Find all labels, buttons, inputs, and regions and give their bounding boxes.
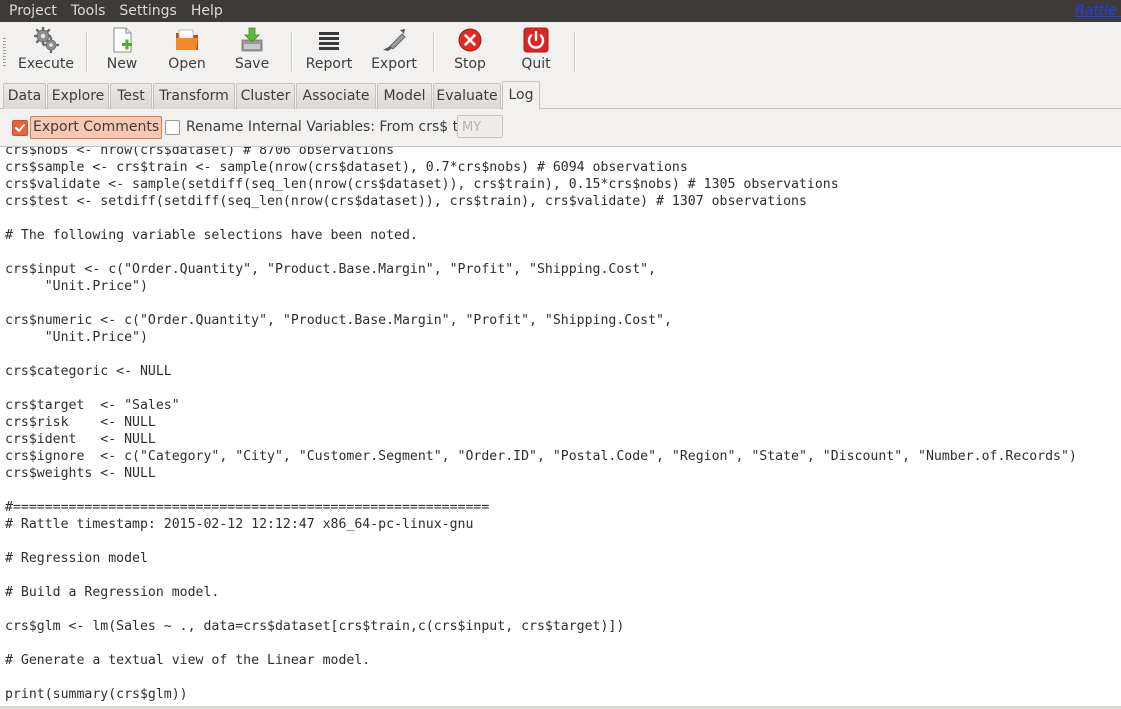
toolbar-separator [433,32,435,72]
log-line: "Unit.Price") [5,279,148,294]
rename-prefix-input[interactable]: MY [457,115,503,138]
log-line: crs$glm <- lm(Sales ~ ., data=crs$datase… [5,619,625,634]
report-label: Report [305,56,353,72]
stop-icon [456,26,484,54]
toolbar-grip[interactable] [3,38,6,66]
report-button[interactable]: Report [300,22,358,80]
export-comments-label[interactable]: Export Comments [30,116,163,139]
log-line: crs$input <- c("Order.Quantity", "Produc… [5,262,657,277]
export-label: Export [371,56,417,72]
log-lines: crs$nobs <- nrow(crs$dataset) # 8706 obs… [5,146,1077,703]
log-line: crs$nobs <- nrow(crs$dataset) # 8706 obs… [5,146,395,158]
stop-button[interactable]: Stop [443,22,497,80]
quit-button[interactable]: Quit [509,22,563,80]
log-textview[interactable]: crs$nobs <- nrow(crs$dataset) # 8706 obs… [0,146,1121,709]
log-line: crs$weights <- NULL [5,466,156,481]
log-line: crs$ident <- NULL [5,432,156,447]
log-line: crs$sample <- crs$train <- sample(nrow(c… [5,160,688,175]
log-line: crs$risk <- NULL [5,415,156,430]
tab-data[interactable]: Data [3,83,46,109]
stop-label: Stop [454,56,486,72]
tab-cluster[interactable]: Cluster [236,83,295,109]
log-line: #=======================================… [5,500,490,515]
open-button[interactable]: Open [160,22,214,80]
new-label: New [106,56,138,72]
open-label: Open [168,56,206,72]
quit-label: Quit [521,56,551,72]
report-icon [315,26,343,54]
log-line: crs$categoric <- NULL [5,364,172,379]
menu-tools[interactable]: Tools [62,3,111,19]
menu-settings[interactable]: Settings [110,3,181,19]
log-line: crs$test <- setdiff(setdiff(seq_len(nrow… [5,194,807,209]
save-button[interactable]: Save [225,22,279,80]
log-line: # Rattle timestamp: 2015-02-12 12:12:47 … [5,517,474,532]
export-comments-checkbox[interactable] [12,120,28,136]
log-line: print(summary(crs$glm)) [5,687,188,702]
log-line: # Regression model [5,551,148,566]
tab-explore[interactable]: Explore [47,83,109,109]
execute-label: Execute [18,56,74,72]
tab-test[interactable]: Test [110,83,152,109]
log-line: # The following variable selections have… [5,228,418,243]
log-line: crs$numeric <- c("Order.Quantity", "Prod… [5,313,672,328]
tab-associate[interactable]: Associate [296,83,376,109]
gear-icon [32,26,60,54]
tab-log[interactable]: Log [502,81,540,110]
save-icon [238,26,266,54]
toolbar-separator [86,32,88,72]
export-icon [380,26,408,54]
rename-variables-checkbox[interactable] [165,120,180,135]
power-icon [522,26,550,54]
notebook-tabs: Data Explore Test Transform Cluster Asso… [0,81,1121,110]
app-title-link[interactable]: Rattle Version [1075,3,1121,19]
log-line: crs$target <- "Sales" [5,398,180,413]
menu-project[interactable]: Project [0,3,62,19]
export-button[interactable]: Export [364,22,424,80]
toolbar-separator [574,32,576,72]
toolbar-separator [291,32,293,72]
tab-evaluate[interactable]: Evaluate [433,83,501,109]
log-line: "Unit.Price") [5,330,148,345]
open-folder-icon [173,26,201,54]
log-line: crs$ignore <- c("Category", "City", "Cus… [5,449,1077,464]
new-document-icon [108,26,136,54]
tab-transform[interactable]: Transform [153,83,235,109]
checkmark-icon [15,124,25,132]
log-line: # Build a Regression model. [5,585,220,600]
menu-help[interactable]: Help [182,3,228,19]
log-options-row: Export Comments Rename Internal Variable… [0,109,1121,146]
tab-model[interactable]: Model [377,83,432,109]
execute-button[interactable]: Execute [12,22,80,80]
log-line: # Generate a textual view of the Linear … [5,653,371,668]
save-label: Save [234,56,270,72]
log-line: crs$validate <- sample(setdiff(seq_len(n… [5,177,839,192]
toolbar: Execute New Open Save Report Export Stop… [0,22,1121,80]
menu-bar: Project Tools Settings Help Rattle Versi… [0,0,1121,22]
rename-variables-label[interactable]: Rename Internal Variables: From crs$ to [186,119,467,135]
new-button[interactable]: New [95,22,149,80]
